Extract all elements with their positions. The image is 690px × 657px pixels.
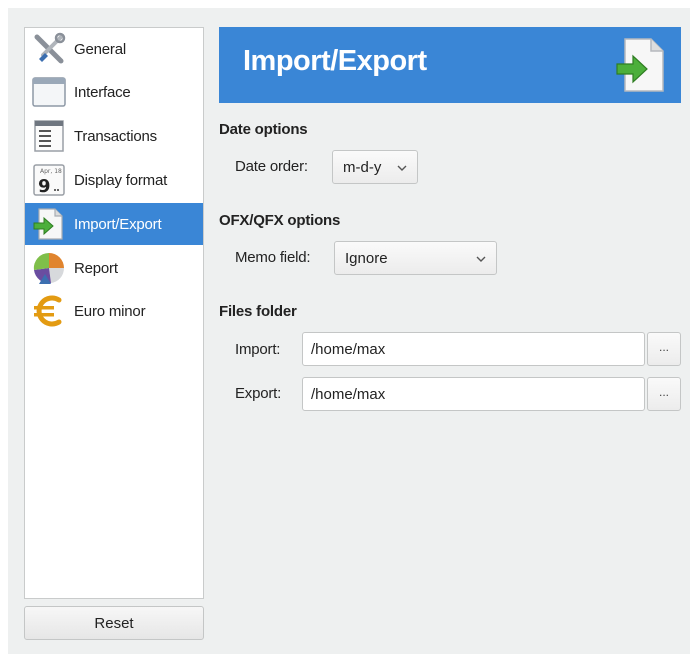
page-header: Import/Export xyxy=(219,27,681,103)
date-options-title: Date options xyxy=(219,121,308,138)
export-folder-label: Export: xyxy=(235,385,282,402)
reset-button[interactable]: Reset xyxy=(24,606,204,640)
sidebar-item-report[interactable]: Report xyxy=(25,247,203,289)
sidebar-item-interface[interactable]: Interface xyxy=(25,71,203,113)
sidebar-item-import-export[interactable]: Import/Export xyxy=(25,203,203,245)
import-export-icon xyxy=(29,204,69,244)
chevron-down-icon xyxy=(397,165,407,171)
memo-field-value: Ignore xyxy=(345,249,388,267)
sidebar-item-general[interactable]: General xyxy=(25,28,203,70)
import-folder-value: /home/max xyxy=(311,340,386,358)
date-order-label: Date order: xyxy=(235,158,308,175)
sidebar-item-euro-minor[interactable]: Euro minor xyxy=(25,290,203,332)
export-browse-button[interactable]: ... xyxy=(647,377,681,411)
sidebar-item-label: General xyxy=(74,40,126,58)
pie-chart-icon xyxy=(29,248,69,288)
window-icon xyxy=(29,72,69,112)
date-order-value: m-d-y xyxy=(343,158,382,176)
calendar-icon: Apr, 18 9 xyxy=(29,160,69,200)
memo-field-select[interactable]: Ignore xyxy=(334,241,497,275)
calendar-month-text: Apr, 18 xyxy=(40,168,62,175)
import-export-icon xyxy=(616,38,664,92)
chevron-down-icon xyxy=(476,256,486,262)
ofx-options-title: OFX/QFX options xyxy=(219,212,341,229)
export-folder-value: /home/max xyxy=(311,385,386,403)
files-folder-title: Files folder xyxy=(219,303,297,320)
import-folder-label: Import: xyxy=(235,341,281,358)
euro-icon xyxy=(29,291,69,331)
page-title: Import/Export xyxy=(243,45,427,77)
memo-field-label: Memo field: xyxy=(235,249,311,266)
calendar-day-text: 9 xyxy=(38,176,51,197)
sidebar-item-display-format[interactable]: Apr, 18 9 Display format xyxy=(25,159,203,201)
sidebar-item-transactions[interactable]: Transactions xyxy=(25,115,203,157)
preferences-sidebar: General Interface Transactions Apr, 18 9… xyxy=(24,27,204,599)
sidebar-item-label: Report xyxy=(74,259,118,277)
export-folder-input[interactable]: /home/max xyxy=(302,377,645,411)
import-folder-input[interactable]: /home/max xyxy=(302,332,645,366)
sidebar-item-label: Interface xyxy=(74,83,131,101)
sidebar-item-label: Euro minor xyxy=(74,302,146,320)
sidebar-item-label: Transactions xyxy=(74,127,157,145)
tools-icon xyxy=(29,29,69,69)
date-order-select[interactable]: m-d-y xyxy=(332,150,418,184)
sidebar-item-label: Display format xyxy=(74,171,168,189)
sidebar-item-label: Import/Export xyxy=(74,215,162,233)
import-browse-button[interactable]: ... xyxy=(647,332,681,366)
document-lines-icon xyxy=(29,116,69,156)
